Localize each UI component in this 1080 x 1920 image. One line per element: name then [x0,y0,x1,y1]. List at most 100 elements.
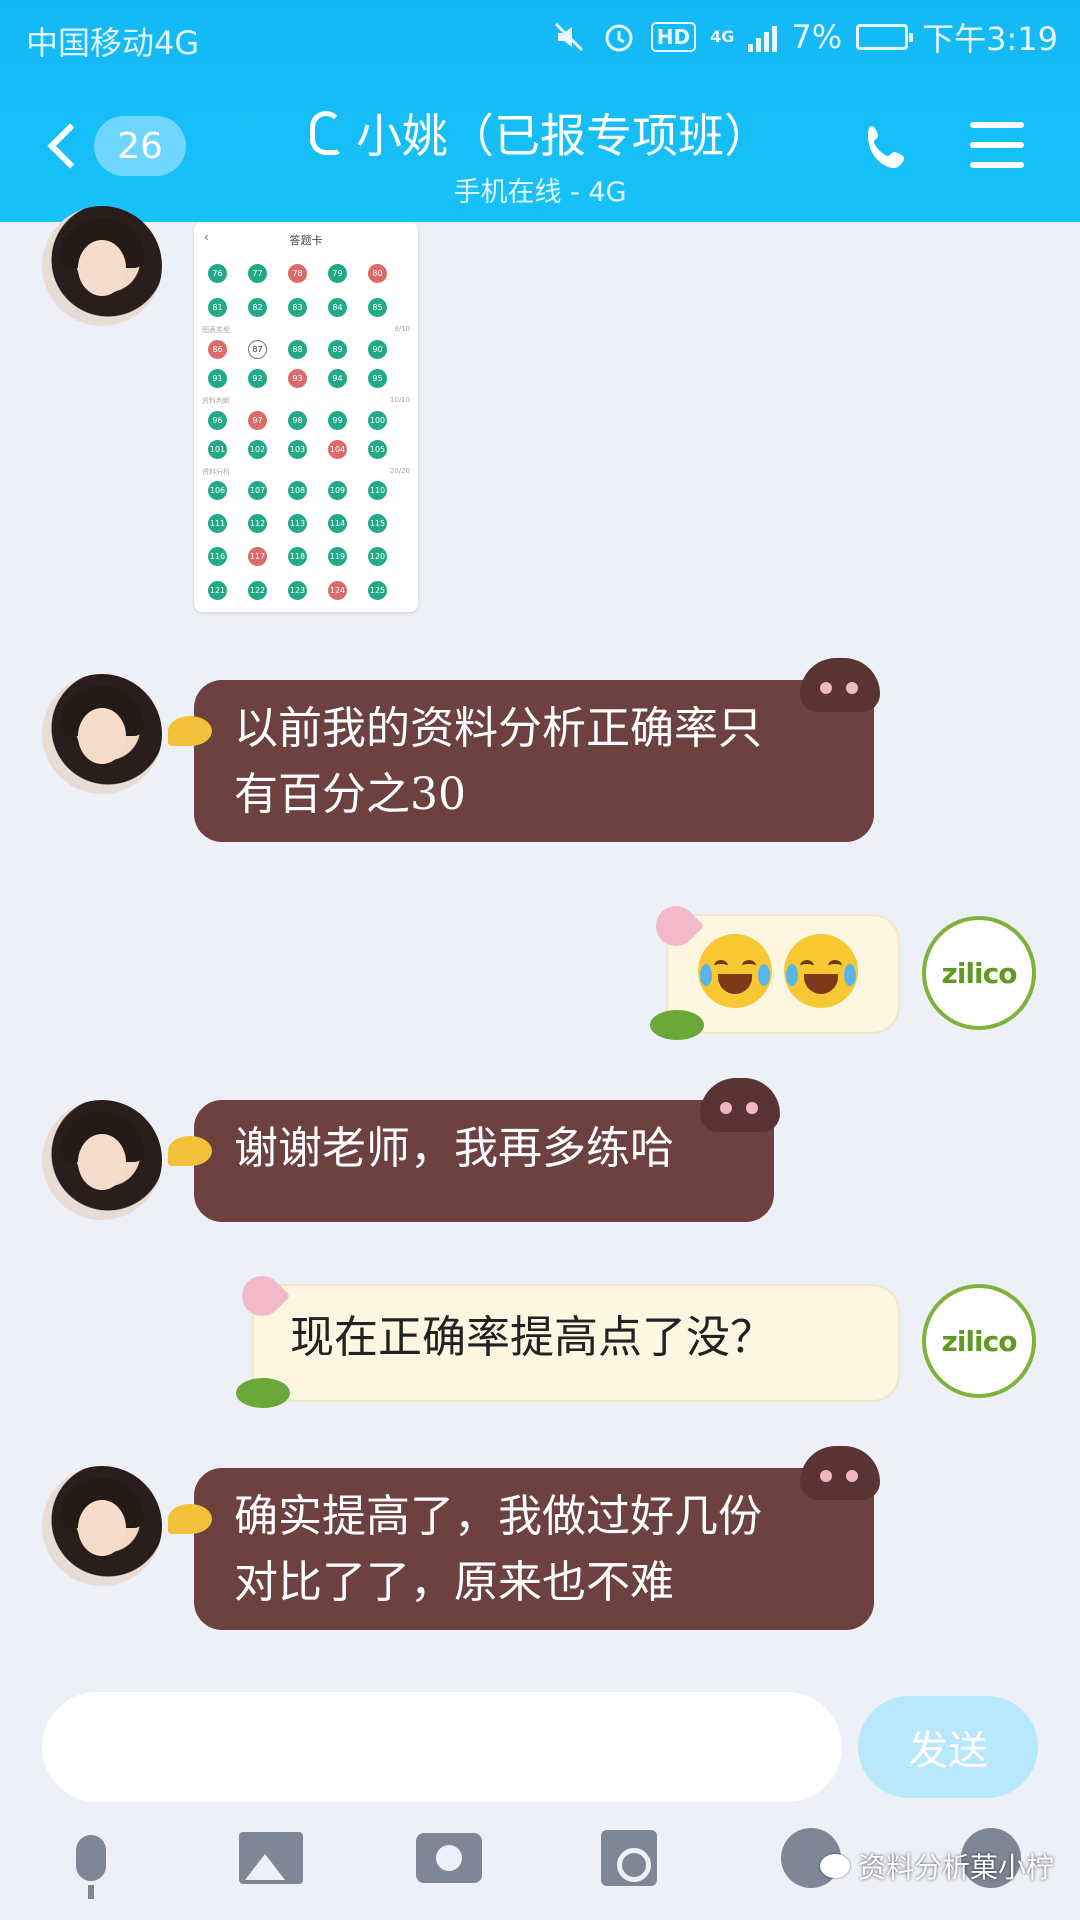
voice-button[interactable] [56,1826,126,1899]
message-bubble-received[interactable]: 确实提高了，我做过好几份 对比了了，原来也不难 [168,1446,880,1630]
leaf-decoration-icon [168,716,212,746]
question-number-dot: 87 [248,340,267,359]
contact-avatar[interactable] [42,674,162,794]
answer-card-image[interactable]: ‹ 答题卡 76 77 78 79 80 81 82 83 84 85 86 87 88 89 90 91 92… [194,222,418,612]
section-score: 10/10 [389,396,410,404]
red-packet-icon [601,1830,657,1886]
chat-header: 中国移动4G HD 4G 7% 下午3:19 26 小姚（已报专项班） 手机在线… [0,0,1080,222]
question-number-dot: 81 [208,298,227,317]
message-bubble-received[interactable]: 谢谢老师，我再多练哈 [168,1078,780,1222]
contact-avatar[interactable] [42,206,162,326]
message-text: 对比了了，原来也不难 [234,1557,674,1608]
question-number-dot: 95 [368,369,387,388]
question-number-dot: 103 [288,440,307,459]
avatar-logo-text: zilico [941,956,1018,990]
question-number-dot: 112 [248,514,267,533]
status-icons: HD 4G 7% 下午3:19 [551,14,1058,60]
question-number-dot: 76 [208,264,227,283]
microphone-icon [76,1835,106,1899]
leaf-decoration-icon [168,1504,212,1534]
online-status: 手机在线 - 4G [453,177,627,208]
section-label: 图表类型 [202,326,230,334]
message-input[interactable] [42,1692,842,1802]
menu-icon[interactable] [970,122,1024,168]
question-number-dot: 100 [368,411,387,430]
message-text: 确实提高了，我做过好几份 [234,1491,762,1542]
lotus-leaf-icon [650,1010,704,1040]
question-number-dot: 109 [328,481,347,500]
bubble-mascot-icon [800,658,880,712]
question-number-dot: 78 [288,264,307,283]
message-bubble-received[interactable]: 以前我的资料分析正确率只 有百分之30 [168,658,880,842]
question-number-dot: 98 [288,411,307,430]
phone-call-icon[interactable] [860,120,916,176]
avatar-logo-text: zilico [941,1324,1018,1358]
question-number-dot: 79 [328,264,347,283]
laughing-tears-emoji-icon [698,934,772,1008]
question-number-dot: 125 [368,581,387,600]
answer-section-header: 资料分析 20/20 [202,467,410,477]
image-button[interactable] [236,1826,306,1890]
laughing-tears-emoji-icon [784,934,858,1008]
my-avatar[interactable]: zilico [922,916,1036,1030]
question-number-dot: 104 [328,440,347,459]
question-number-dot: 118 [288,547,307,566]
bubble-mascot-icon [800,1446,880,1500]
question-number-dot: 105 [368,440,387,459]
battery-icon [856,24,914,50]
section-label: 资料判断 [202,397,230,405]
question-number-dot: 101 [208,440,227,459]
message-text: 谢谢老师，我再多练哈 [234,1123,674,1174]
question-number-dot: 90 [368,340,387,359]
question-number-dot: 77 [248,264,267,283]
question-number-dot: 114 [328,514,347,533]
message-bubble-sent[interactable] [647,897,900,1040]
question-number-dot: 113 [288,514,307,533]
section-score: 9/10 [394,325,410,333]
carrier-label: 中国移动4G [26,24,200,62]
contact-avatar[interactable] [42,1466,162,1586]
contact-info[interactable]: 小姚（已报专项班） 手机在线 - 4G [0,100,1080,209]
question-number-dot: 92 [248,369,267,388]
question-number-dot: 91 [208,369,227,388]
earpiece-mode-icon[interactable] [310,111,342,155]
watermark: 资料分析菓小柠 [820,1846,1054,1886]
image-icon [239,1832,303,1884]
question-number-dot: 110 [368,481,387,500]
section-label: 资料分析 [202,468,230,476]
alarm-icon [601,19,637,55]
bubble-mascot-icon [700,1078,780,1132]
question-number-dot: 106 [208,481,227,500]
red-packet-button[interactable] [594,1826,664,1890]
contact-name: 小姚（已报专项班） [356,109,770,163]
wechat-icon [820,1854,850,1878]
message-text: 以前我的资料分析正确率只 [234,703,762,754]
message-bubble-sent[interactable]: 现在正确率提高点了没？ [233,1267,900,1408]
question-number-dot: 86 [208,340,227,359]
question-number-dot: 102 [248,440,267,459]
lotus-leaf-icon [236,1378,290,1408]
lotus-decoration-icon [233,1267,291,1325]
question-number-dot: 116 [208,547,227,566]
contact-avatar[interactable] [42,1100,162,1220]
network-type-icon: 4G [710,27,735,46]
question-number-dot: 83 [288,298,307,317]
message-text: 现在正确率提高点了没？ [290,1312,774,1363]
mute-icon [551,19,587,55]
send-button[interactable]: 发送 [858,1696,1038,1798]
lotus-decoration-icon [647,897,705,955]
question-number-dot: 124 [328,581,347,600]
question-number-dot: 94 [328,369,347,388]
question-number-dot: 96 [208,411,227,430]
question-number-dot: 108 [288,481,307,500]
answer-section-header: 图表类型 9/10 [202,325,410,335]
answer-section-header: 资料判断 10/10 [202,396,410,406]
hd-icon: HD [650,22,697,52]
question-number-dot: 85 [368,298,387,317]
section-score: 20/20 [389,467,410,475]
question-number-dot: 120 [368,547,387,566]
camera-button[interactable] [414,1826,484,1890]
my-avatar[interactable]: zilico [922,1284,1036,1398]
status-bar: 中国移动4G HD 4G 7% 下午3:19 [0,0,1080,76]
question-number-dot: 123 [288,581,307,600]
